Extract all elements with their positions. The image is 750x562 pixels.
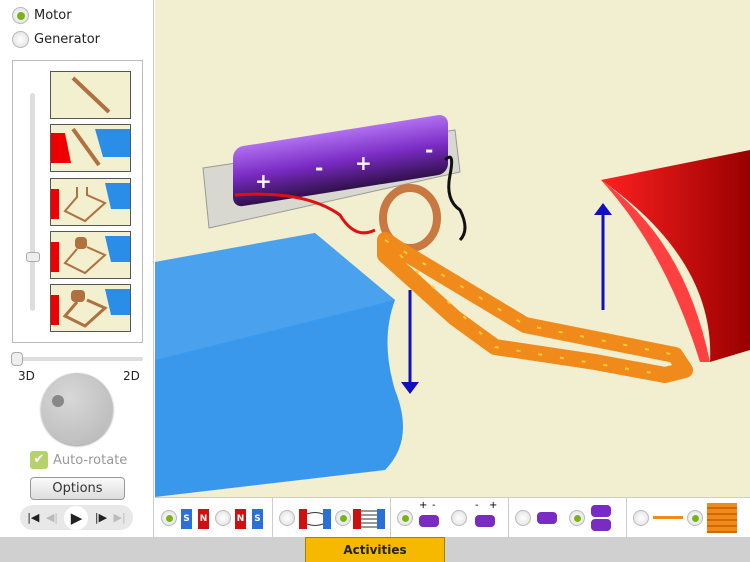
motor-radio[interactable]: Motor <box>12 7 72 24</box>
label-2d: 2D <box>123 369 140 383</box>
battery-icon <box>537 512 557 524</box>
configuration-list <box>12 60 143 343</box>
dense-field-lines-icon <box>353 509 385 529</box>
magnet-s: S <box>252 509 263 529</box>
single-wire-radio[interactable] <box>633 510 649 526</box>
auto-rotate-label: Auto-rotate <box>53 452 128 468</box>
component-toolbar: S N N S + - - + <box>155 497 750 538</box>
wire-loop <box>377 232 693 383</box>
skip-start-icon[interactable]: |◀ <box>27 511 39 524</box>
rotation-knob[interactable] <box>41 373 113 445</box>
one-battery-radio[interactable] <box>515 510 531 526</box>
view-slider[interactable] <box>14 357 143 361</box>
checkmark-icon: ✔ <box>30 451 48 469</box>
control-panel: Motor Generator 3D 2D ✔ Auto-rotate Optio… <box>0 0 154 537</box>
step-back-icon[interactable]: ◀| <box>46 511 58 524</box>
battery-icon <box>591 519 611 531</box>
battery-minus-2: - <box>425 138 433 162</box>
view-slider-thumb[interactable] <box>11 352 23 366</box>
force-arrow-down <box>401 290 419 394</box>
single-field-radio[interactable] <box>279 510 295 526</box>
simulation-scene[interactable]: + - + - <box>155 0 750 497</box>
battery-icon <box>591 505 611 517</box>
battery-icon <box>475 515 495 527</box>
battery-minus: - <box>315 156 323 180</box>
knob-indicator <box>52 395 64 407</box>
configuration-slider-thumb[interactable] <box>26 252 40 262</box>
magnet-orientation-group: S N N S <box>155 498 273 538</box>
radio-indicator <box>12 31 29 48</box>
magnet-n: N <box>235 509 246 529</box>
magnet-sn-radio[interactable] <box>161 510 177 526</box>
generator-label: Generator <box>34 32 101 47</box>
auto-rotate-checkbox[interactable]: ✔ Auto-rotate <box>30 451 127 469</box>
field-group <box>273 498 391 538</box>
two-batteries-radio[interactable] <box>569 510 585 526</box>
options-button[interactable]: Options <box>30 477 125 500</box>
coil-wire-radio[interactable] <box>687 510 703 526</box>
thumbnail-wire[interactable] <box>50 71 131 119</box>
radio-indicator <box>12 7 29 24</box>
thumbnail-coil-loop-magnets[interactable] <box>50 284 131 332</box>
skip-end-icon[interactable]: ▶| <box>114 511 126 524</box>
battery-count-group <box>509 498 627 538</box>
force-arrow-up <box>594 203 612 310</box>
battery-plus-2: + <box>355 151 372 175</box>
playback-controls: |◀ ◀| ▶ |▶ ▶| <box>20 505 133 530</box>
polarity-reverse-radio[interactable] <box>451 510 467 526</box>
coil-wire-icon <box>707 503 737 533</box>
generator-radio[interactable]: Generator <box>12 31 100 48</box>
thumbnail-wire-magnets[interactable] <box>50 124 131 172</box>
motor-label: Motor <box>34 8 72 23</box>
minus-label: - <box>475 500 479 511</box>
plus-label: + <box>419 500 428 511</box>
magnet-s: S <box>181 509 192 529</box>
thumbnail-coil-magnets[interactable] <box>50 231 131 279</box>
label-3d: 3D <box>18 369 35 383</box>
battery-plus: + <box>255 169 272 193</box>
plus-label: + <box>489 500 498 511</box>
wire-icon <box>653 516 683 519</box>
configuration-slider[interactable] <box>30 93 35 311</box>
activities-tab[interactable]: Activities <box>305 537 445 562</box>
thumbnail-loop-magnets[interactable] <box>50 178 131 226</box>
multi-field-radio[interactable] <box>335 510 351 526</box>
battery-polarity-group: + - - + <box>391 498 509 538</box>
play-icon[interactable]: ▶ <box>64 505 89 530</box>
wire-type-group <box>627 498 750 538</box>
polarity-forward-radio[interactable] <box>397 510 413 526</box>
minus-label: - <box>432 500 436 511</box>
field-lines-icon <box>299 509 331 529</box>
step-forward-icon[interactable]: |▶ <box>95 511 107 524</box>
magnet-n: N <box>198 509 209 529</box>
magnet-ns-radio[interactable] <box>215 510 231 526</box>
red-magnet <box>601 150 750 362</box>
battery-icon <box>419 515 439 527</box>
